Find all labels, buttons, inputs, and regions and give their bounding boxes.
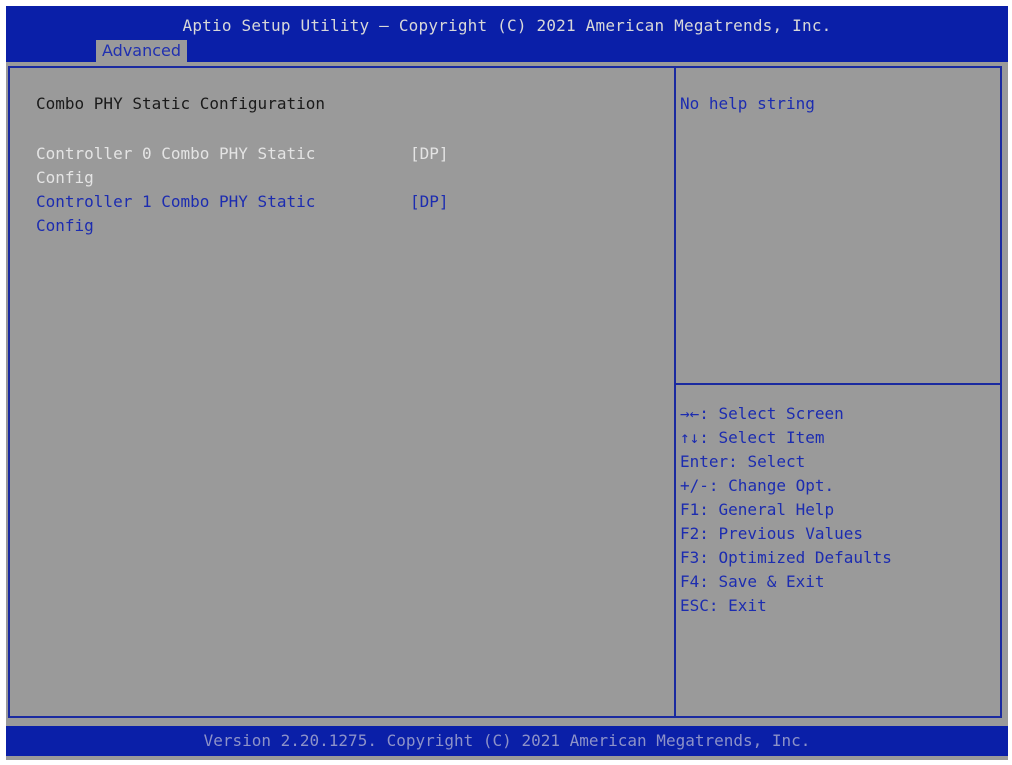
key-legend-item: F2: Previous Values bbox=[680, 522, 892, 546]
key-name: Enter bbox=[680, 452, 729, 471]
version-text: Version 2.20.1275. Copyright (C) 2021 Am… bbox=[203, 731, 811, 750]
key-name: F4 bbox=[680, 572, 700, 591]
title-bar: Aptio Setup Utility – Copyright (C) 2021… bbox=[6, 6, 1008, 62]
setting-controller-1-combo-phy[interactable]: Controller 1 Combo PHY Static Config [DP… bbox=[36, 190, 656, 238]
panel-divider-vertical bbox=[674, 68, 676, 716]
tab-advanced[interactable]: Advanced bbox=[96, 40, 188, 62]
key-name: +/- bbox=[680, 476, 709, 495]
key-legend-item: Enter: Select bbox=[680, 450, 892, 474]
key-legend-item: +/-: Change Opt. bbox=[680, 474, 892, 498]
key-action: : Select Item bbox=[699, 428, 825, 447]
help-string: No help string bbox=[680, 94, 815, 113]
key-legend-item: ESC: Exit bbox=[680, 594, 892, 618]
setting-label: Controller 0 Combo PHY Static Config bbox=[36, 144, 316, 187]
key-action: : General Help bbox=[699, 500, 835, 519]
utility-title: Aptio Setup Utility – Copyright (C) 2021… bbox=[182, 16, 832, 35]
key-name: F1 bbox=[680, 500, 700, 519]
main-frame: Combo PHY Static Configuration Controlle… bbox=[8, 66, 1002, 718]
key-action: : Exit bbox=[708, 596, 767, 615]
key-legend-item: →←: Select Screen bbox=[680, 402, 892, 426]
key-legend-item: ↑↓: Select Item bbox=[680, 426, 892, 450]
setting-value[interactable]: [DP] bbox=[410, 190, 449, 214]
arrows-up-down-icon: ↑↓ bbox=[680, 428, 700, 447]
key-action: : Select Screen bbox=[699, 404, 844, 423]
key-name: ESC bbox=[680, 596, 709, 615]
key-legend-item: F3: Optimized Defaults bbox=[680, 546, 892, 570]
key-action: : Optimized Defaults bbox=[699, 548, 892, 567]
key-legend-item: F4: Save & Exit bbox=[680, 570, 892, 594]
key-legend: →←: Select Screen ↑↓: Select Item Enter:… bbox=[680, 402, 892, 618]
key-name: F2 bbox=[680, 524, 700, 543]
key-action: : Save & Exit bbox=[699, 572, 825, 591]
key-legend-item: F1: General Help bbox=[680, 498, 892, 522]
arrows-left-right-icon: →← bbox=[680, 404, 700, 423]
help-divider-horizontal bbox=[676, 383, 1002, 385]
key-action: : Change Opt. bbox=[708, 476, 835, 495]
key-action: : Select bbox=[728, 452, 806, 471]
section-heading: Combo PHY Static Configuration bbox=[36, 94, 325, 113]
setting-controller-0-combo-phy[interactable]: Controller 0 Combo PHY Static Config [DP… bbox=[36, 142, 656, 190]
key-name: F3 bbox=[680, 548, 700, 567]
setting-value[interactable]: [DP] bbox=[410, 142, 449, 166]
setting-label: Controller 1 Combo PHY Static Config bbox=[36, 192, 316, 235]
bios-setup-screen: Aptio Setup Utility – Copyright (C) 2021… bbox=[6, 6, 1008, 760]
key-action: : Previous Values bbox=[699, 524, 864, 543]
footer-bar: Version 2.20.1275. Copyright (C) 2021 Am… bbox=[6, 726, 1008, 756]
